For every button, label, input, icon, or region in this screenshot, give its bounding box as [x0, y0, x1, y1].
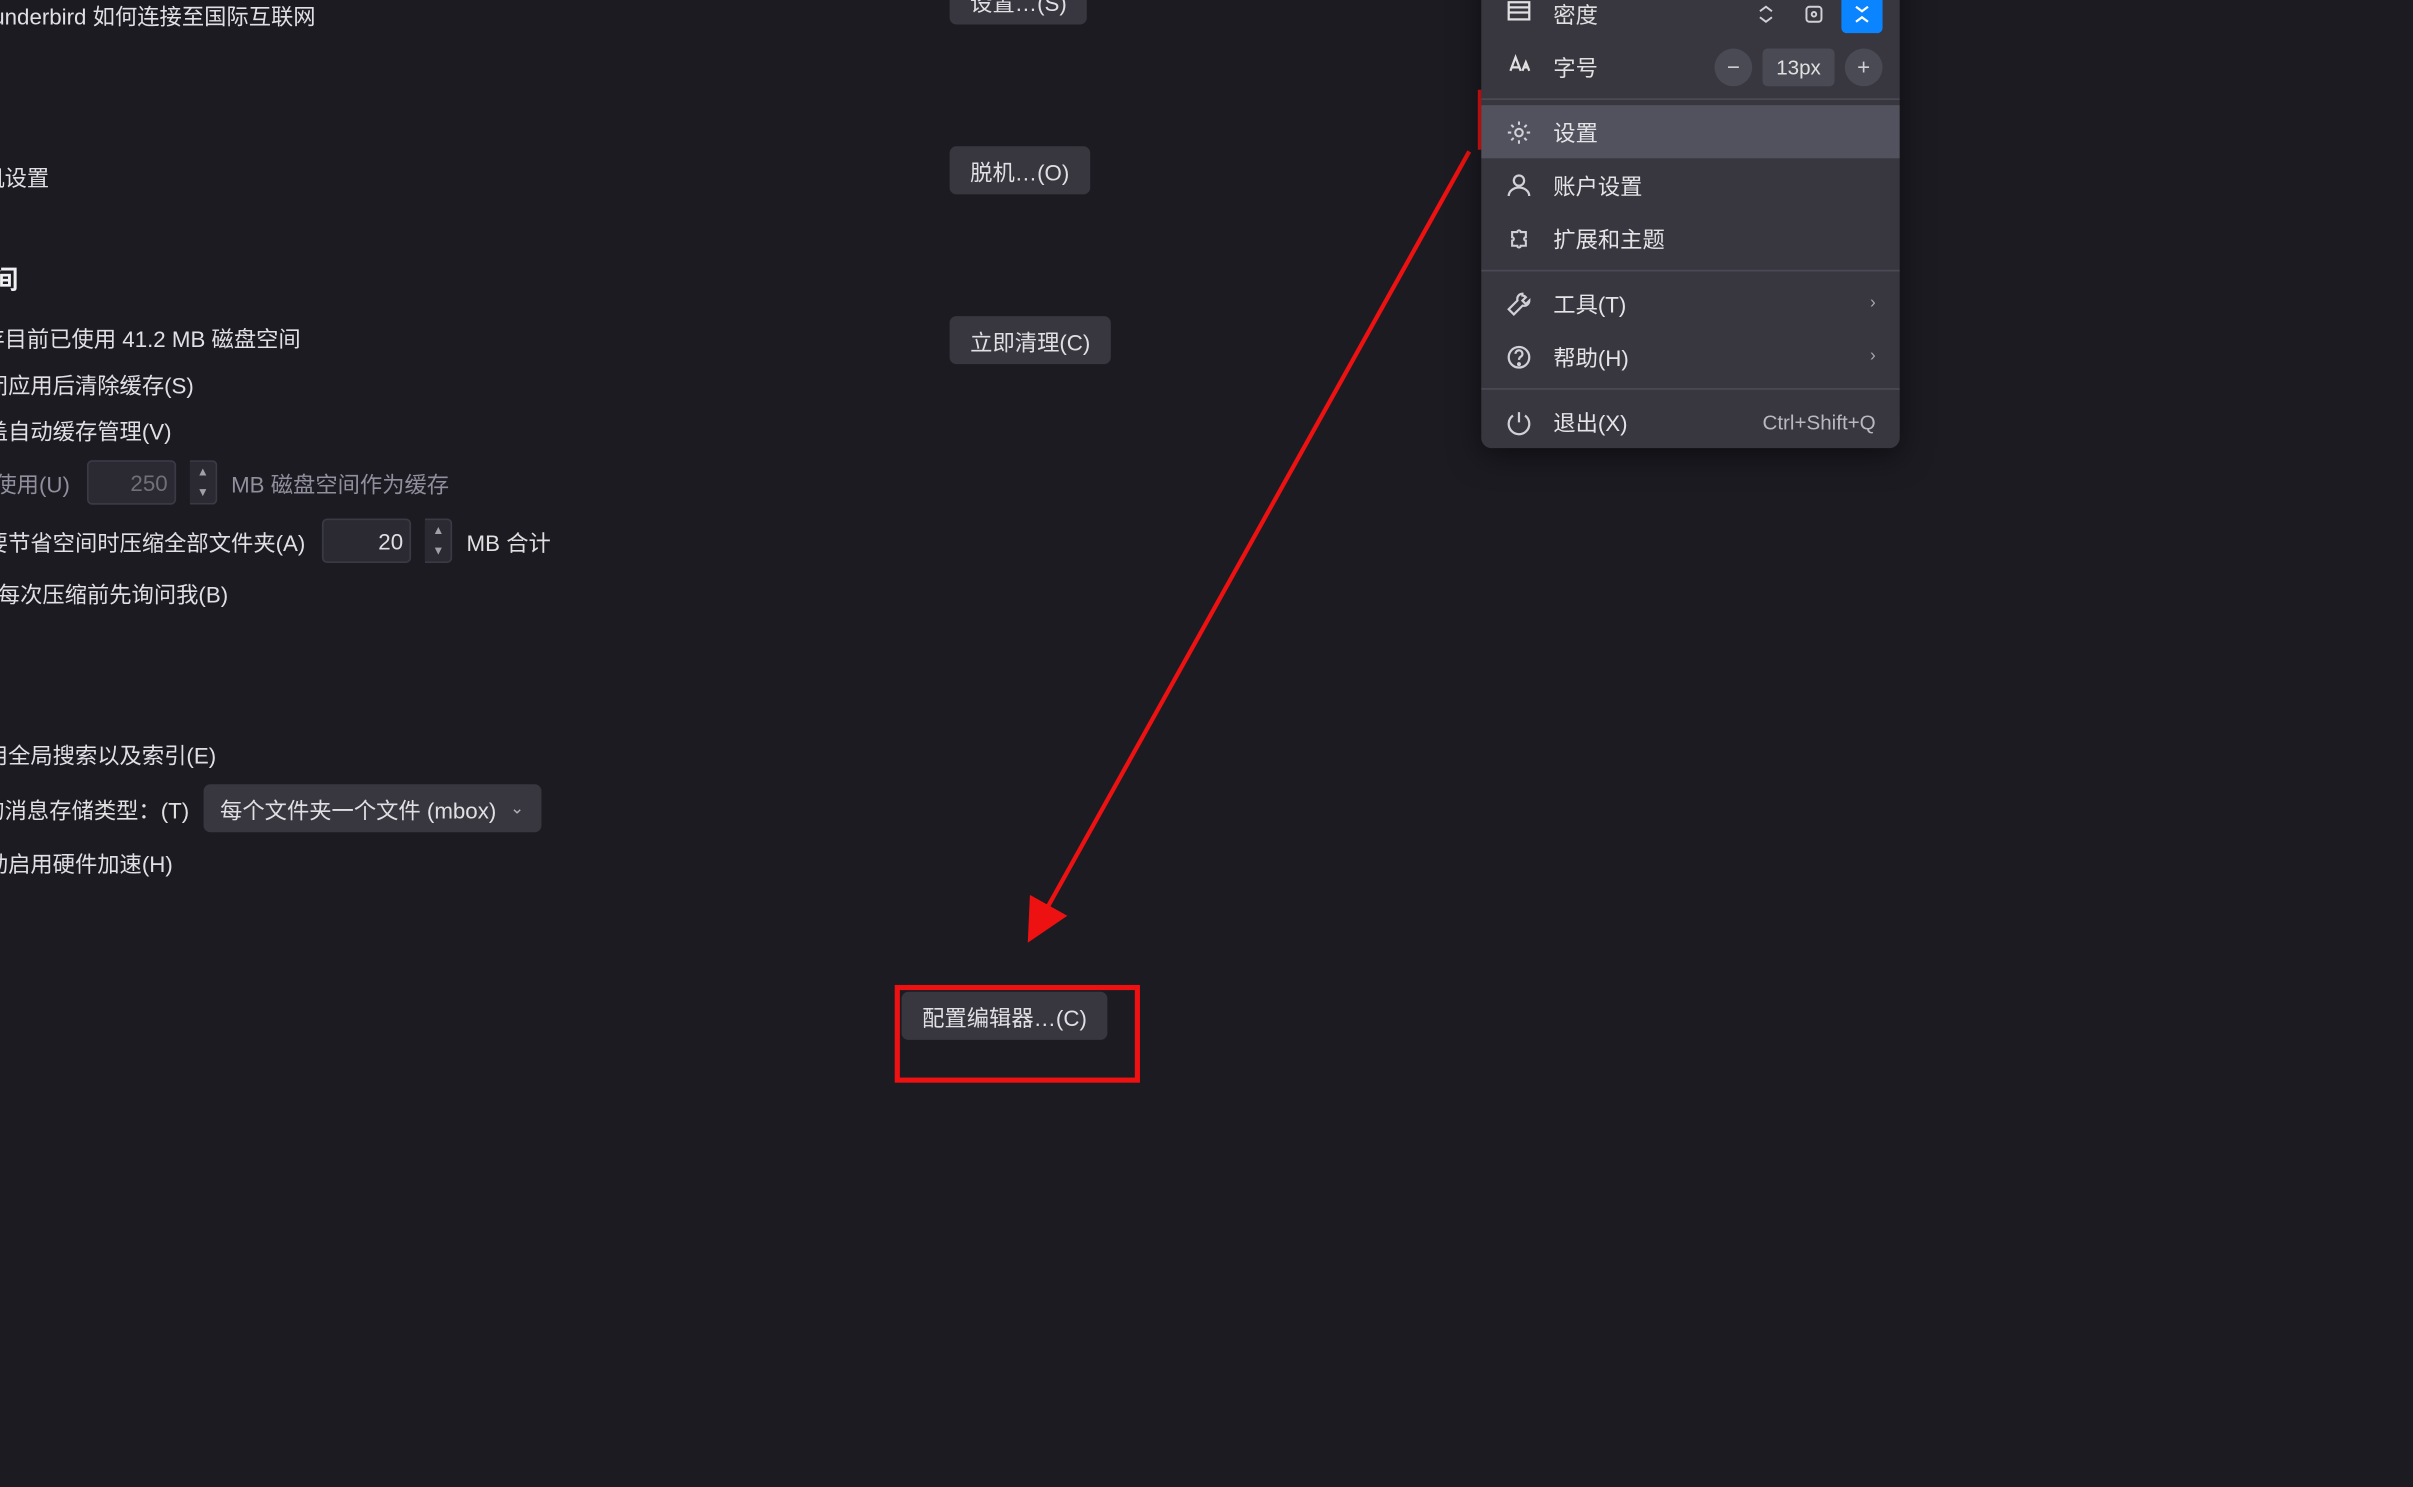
compact-unit: MB 合计 [467, 524, 551, 557]
store-type-label: 新账户的消息存储类型：(T) [0, 792, 189, 825]
puzzle-icon [1505, 224, 1532, 251]
density-normal-button[interactable] [1793, 0, 1834, 32]
app-menu: 添加账户(N) › 创建(C) › 打开文件(O) › 查看(V) › 密度 [1481, 0, 1899, 448]
store-type-value: 每个文件夹一个文件 (mbox) [220, 792, 496, 825]
max-cache-spinner[interactable]: ▲▼ [190, 460, 217, 505]
chevron-right-icon: › [1870, 294, 1876, 313]
account-icon [1505, 171, 1532, 198]
font-increase-button[interactable]: + [1845, 48, 1883, 86]
connection-settings-button[interactable]: 设置…(S) [950, 0, 1088, 25]
help-icon [1505, 343, 1532, 370]
max-use-unit: MB 磁盘空间作为缓存 [231, 466, 449, 499]
menu-label: 密度 [1553, 0, 1598, 30]
clear-cache-button[interactable]: 立即清理(C) [950, 316, 1111, 364]
global-search-label: 启用全局搜索以及索引(E) [0, 738, 216, 771]
density-icon [1505, 0, 1532, 30]
ask-compact-label: 每次压缩前先询问我(B) [0, 577, 228, 610]
compact-threshold-input[interactable]: 20 [323, 518, 412, 563]
menu-quit[interactable]: 退出(X) Ctrl+Shift+Q [1481, 395, 1899, 448]
clear-on-close-label: 关闭应用后清除缓存(S) [0, 368, 194, 401]
quit-shortcut: Ctrl+Shift+Q [1762, 410, 1875, 434]
menu-extensions[interactable]: 扩展和主题 [1481, 211, 1899, 264]
menu-label: 设置 [1553, 115, 1598, 148]
section-disk-title: 磁盘空间 [0, 261, 1150, 297]
menu-label: 工具(T) [1553, 287, 1626, 320]
menu-label: 账户设置 [1553, 169, 1642, 202]
store-type-select[interactable]: 每个文件夹一个文件 (mbox) ⌄ [203, 784, 542, 832]
menu-label: 扩展和主题 [1553, 222, 1665, 255]
font-size-value: 13px [1763, 48, 1835, 86]
menu-label: 退出(X) [1553, 405, 1627, 438]
chevron-right-icon: › [1870, 347, 1876, 366]
menu-density: 密度 [1481, 0, 1899, 40]
menu-label: 字号 [1553, 50, 1598, 83]
menu-settings[interactable]: 设置 [1481, 105, 1899, 158]
section-offline-title: 脱机 [0, 100, 1150, 136]
menu-help[interactable]: 帮助(H) › [1481, 330, 1899, 383]
font-decrease-button[interactable]: − [1714, 48, 1752, 86]
gear-icon [1505, 118, 1532, 145]
chevron-down-icon: ⌄ [510, 799, 524, 818]
override-cache-label: 覆盖自动缓存管理(V) [0, 414, 172, 447]
power-icon [1505, 408, 1532, 435]
max-cache-input[interactable]: 250 [87, 460, 176, 505]
hw-accel-label: 自动启用硬件加速(H) [0, 846, 173, 879]
menu-label: 帮助(H) [1553, 340, 1629, 373]
compact-label: 需要节省空间时压缩全部文件夹(A) [0, 524, 305, 557]
wrench-icon [1505, 290, 1532, 317]
offline-settings-button[interactable]: 脱机…(O) [950, 146, 1090, 194]
density-compact-button[interactable] [1745, 0, 1786, 32]
menu-tools[interactable]: 工具(T) › [1481, 277, 1899, 330]
density-relaxed-button[interactable] [1841, 0, 1882, 32]
menu-font-size: 字号 − 13px + [1481, 40, 1899, 93]
font-icon [1505, 50, 1532, 83]
compact-spinner[interactable]: ▲▼ [425, 518, 452, 563]
menu-account-settings[interactable]: 账户设置 [1481, 158, 1899, 211]
max-use-label: 最多使用(U) [0, 466, 70, 499]
section-index-title: 索引 [0, 678, 1150, 714]
config-editor-button[interactable]: 配置编辑器…(C) [902, 992, 1108, 1040]
